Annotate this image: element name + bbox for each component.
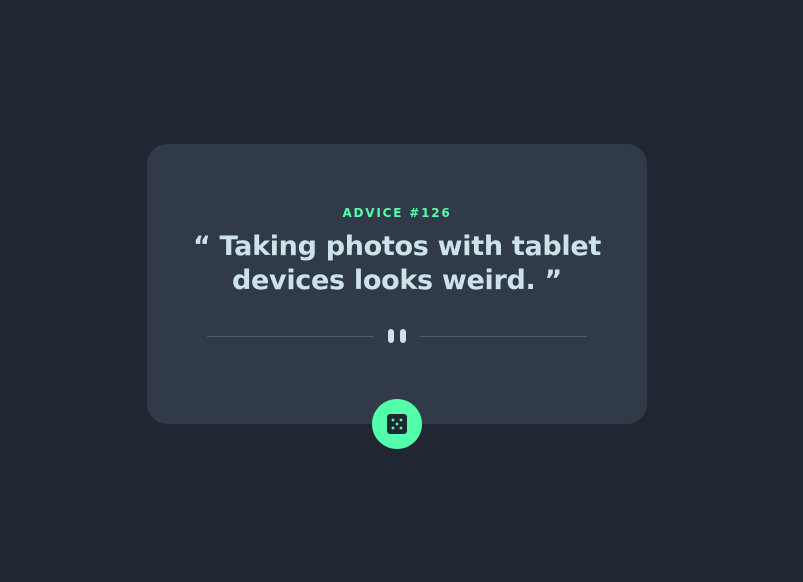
divider-line-left xyxy=(207,336,374,337)
divider-line-right xyxy=(420,336,587,337)
pause-icon xyxy=(388,329,406,343)
advice-id-label: ADVICE #126 xyxy=(342,206,452,220)
generate-advice-button[interactable] xyxy=(372,399,422,449)
advice-card: ADVICE #126 “ Taking photos with tablet … xyxy=(147,144,647,424)
dice-icon xyxy=(387,414,407,434)
pattern-divider xyxy=(207,326,587,346)
advice-quote: “ Taking photos with tablet devices look… xyxy=(192,231,602,296)
